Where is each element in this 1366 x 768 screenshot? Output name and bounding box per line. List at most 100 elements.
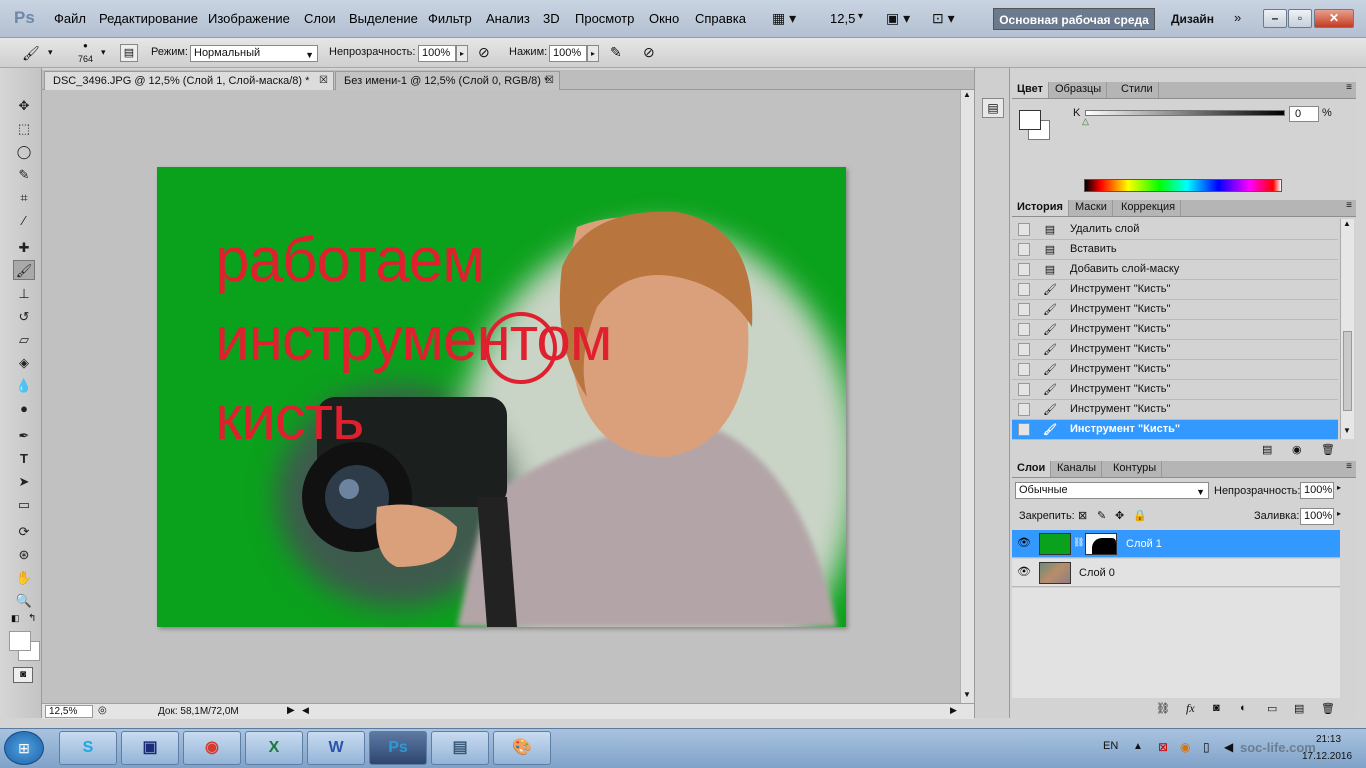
layer-row-layer1[interactable]: 👁 ⛓ Слой 1 bbox=[1012, 530, 1340, 558]
eye-icon[interactable]: 👁 bbox=[1017, 565, 1031, 578]
adjustment-layer-icon[interactable]: ◐ bbox=[1240, 702, 1247, 714]
tab-dsc3496[interactable]: DSC_3496.JPG @ 12,5% (Слой 1, Слой-маска… bbox=[44, 71, 334, 90]
menu-image[interactable]: Изображение bbox=[208, 11, 290, 26]
opacity-input[interactable]: 100% bbox=[418, 45, 456, 62]
history-item[interactable]: ▤ Добавить слой-маску bbox=[1012, 260, 1338, 280]
history-checkbox[interactable] bbox=[1018, 223, 1030, 236]
hand-tool-icon[interactable]: ✋ bbox=[13, 568, 35, 588]
photoshop-task-icon[interactable]: Ps bbox=[369, 731, 427, 765]
menu-help[interactable]: Справка bbox=[695, 11, 746, 26]
history-item[interactable]: 🖌 Инструмент "Кисть" bbox=[1012, 280, 1338, 300]
tray-expand-icon[interactable]: ▲ bbox=[1133, 741, 1143, 752]
lock-all-icon[interactable]: 🔒 bbox=[1133, 509, 1147, 522]
tab-swatches[interactable]: Образцы bbox=[1050, 82, 1108, 98]
menu-layers[interactable]: Слои bbox=[304, 11, 336, 26]
arrange-icon[interactable]: ▣ ▾ bbox=[886, 10, 910, 27]
lasso-tool-icon[interactable]: ◯ bbox=[13, 142, 35, 162]
dodge-tool-icon[interactable]: ● bbox=[13, 399, 35, 419]
workspace-button[interactable]: Основная рабочая среда bbox=[993, 8, 1155, 30]
blur-tool-icon[interactable]: 💧 bbox=[13, 376, 35, 396]
history-checkbox[interactable] bbox=[1018, 383, 1030, 396]
save-task-icon[interactable]: ▣ bbox=[121, 731, 179, 765]
scroll-left-icon[interactable]: ◀ bbox=[302, 705, 309, 716]
history-item[interactable]: 🖌 Инструмент "Кисть" bbox=[1012, 300, 1338, 320]
trash-icon[interactable]: 🗑 bbox=[1321, 702, 1335, 715]
menu-file[interactable]: Файл bbox=[54, 11, 86, 26]
close-icon[interactable]: ☒ bbox=[319, 72, 328, 90]
k-slider[interactable] bbox=[1085, 110, 1285, 116]
brush-size[interactable]: 764 bbox=[78, 54, 93, 64]
scroll-right-icon[interactable]: ▶ bbox=[950, 705, 957, 716]
scroll-up-icon[interactable]: ▲ bbox=[1343, 219, 1351, 228]
history-brush-tool-icon[interactable]: ↺ bbox=[13, 307, 35, 327]
history-checkbox[interactable] bbox=[1018, 243, 1030, 256]
screen-mode-icon[interactable]: ▦ ▾ bbox=[772, 10, 796, 27]
default-colors-icon[interactable]: ◧ bbox=[11, 613, 20, 624]
tray-volume-icon[interactable]: ◀ bbox=[1224, 740, 1233, 754]
design-workspace[interactable]: Дизайн bbox=[1171, 12, 1214, 26]
document-canvas[interactable]: работаем инструментом кисть bbox=[157, 167, 846, 627]
new-group-icon[interactable]: ▭ bbox=[1267, 702, 1277, 715]
opacity-slider-toggle[interactable]: ▸ bbox=[456, 45, 468, 62]
pressure-size-icon[interactable]: ⊘ bbox=[643, 44, 655, 61]
tab-untitled[interactable]: Без имени-1 @ 12,5% (Слой 0, RGB/8) * ☒ bbox=[335, 71, 560, 90]
start-button-icon[interactable]: ⊞ bbox=[4, 731, 44, 765]
close-icon[interactable]: ☒ bbox=[545, 72, 554, 90]
status-menu-arrow-icon[interactable]: ▶ bbox=[287, 705, 295, 716]
color-spectrum[interactable] bbox=[1084, 179, 1282, 192]
tray-usb-icon[interactable]: ▯ bbox=[1203, 740, 1210, 754]
zoom-field[interactable]: 12,5% bbox=[45, 705, 93, 718]
history-item[interactable]: 🖌 Инструмент "Кисть" bbox=[1012, 360, 1338, 380]
chrome-task-icon[interactable]: ◉ bbox=[183, 731, 241, 765]
marquee-tool-icon[interactable]: ⬚ bbox=[13, 119, 35, 139]
color-fg-swatch[interactable] bbox=[1019, 110, 1041, 130]
menu-window[interactable]: Окно bbox=[649, 11, 679, 26]
trash-icon[interactable]: 🗑 bbox=[1321, 443, 1335, 456]
pressure-opacity-icon[interactable]: ⊘ bbox=[478, 44, 490, 61]
lock-pixels-icon[interactable]: ✎ bbox=[1097, 509, 1106, 522]
paint-task-icon[interactable]: 🎨 bbox=[493, 731, 551, 765]
new-layer-icon[interactable]: ▤ bbox=[1294, 702, 1304, 715]
layer-mask-thumbnail[interactable] bbox=[1085, 533, 1117, 555]
zoom-tool-icon[interactable]: 🔍 bbox=[13, 591, 35, 611]
quick-mask-icon[interactable]: ◙ bbox=[13, 667, 33, 683]
tab-color[interactable]: Цвет bbox=[1012, 82, 1050, 98]
history-scrollbar[interactable]: ▲ ▼ bbox=[1340, 219, 1354, 439]
flow-input[interactable]: 100% bbox=[549, 45, 587, 62]
history-checkbox[interactable] bbox=[1018, 403, 1030, 416]
history-item[interactable]: 🖌 Инструмент "Кисть" bbox=[1012, 380, 1338, 400]
3d-rotate-tool-icon[interactable]: ⟳ bbox=[13, 522, 35, 542]
shape-tool-icon[interactable]: ▭ bbox=[13, 495, 35, 515]
fill-input[interactable]: 100% bbox=[1300, 508, 1334, 525]
eye-icon[interactable]: 👁 bbox=[1017, 536, 1031, 549]
clock-date[interactable]: 17.12.2016 bbox=[1302, 751, 1352, 762]
chevron-down-icon[interactable]: ▾ bbox=[101, 47, 106, 58]
tab-styles[interactable]: Стили bbox=[1116, 82, 1159, 98]
link-layers-icon[interactable]: ⛓ bbox=[1156, 702, 1170, 715]
layer-opacity-input[interactable]: 100% bbox=[1300, 482, 1334, 499]
scroll-thumb[interactable] bbox=[1343, 331, 1352, 411]
fx-icon[interactable]: fx bbox=[1186, 701, 1195, 716]
chevron-down-icon[interactable]: ▾ bbox=[858, 11, 863, 22]
history-checkbox[interactable] bbox=[1018, 343, 1030, 356]
vertical-scrollbar[interactable]: ▲ ▼ bbox=[960, 90, 974, 703]
flow-slider-toggle[interactable]: ▸ bbox=[587, 45, 599, 62]
stamp-tool-icon[interactable]: ⊥ bbox=[13, 284, 35, 304]
quick-select-tool-icon[interactable]: ✎ bbox=[13, 165, 35, 185]
history-checkbox[interactable] bbox=[1018, 363, 1030, 376]
tray-app-icon[interactable]: ◉ bbox=[1180, 740, 1190, 754]
history-item[interactable]: 🖌 Инструмент "Кисть" bbox=[1012, 420, 1338, 440]
tab-masks[interactable]: Маски bbox=[1070, 200, 1113, 216]
brush-panel-icon[interactable]: ▤ bbox=[120, 44, 138, 62]
airbrush-icon[interactable]: ✎ bbox=[610, 44, 622, 61]
history-item[interactable]: 🖌 Инструмент "Кисть" bbox=[1012, 340, 1338, 360]
scroll-down-icon[interactable]: ▼ bbox=[1343, 426, 1351, 435]
history-item[interactable]: 🖌 Инструмент "Кисть" bbox=[1012, 320, 1338, 340]
opacity-slider-toggle[interactable]: ▸ bbox=[1337, 483, 1341, 492]
history-checkbox[interactable] bbox=[1018, 263, 1030, 276]
tab-layers[interactable]: Слои bbox=[1012, 461, 1052, 477]
layer-row-layer0[interactable]: 👁 Слой 0 bbox=[1012, 559, 1340, 587]
brush-tool-icon[interactable]: 🖌 bbox=[22, 45, 40, 62]
menu-edit[interactable]: Редактирование bbox=[99, 11, 198, 26]
camera-snapshot-icon[interactable]: ◉ bbox=[1292, 443, 1302, 456]
